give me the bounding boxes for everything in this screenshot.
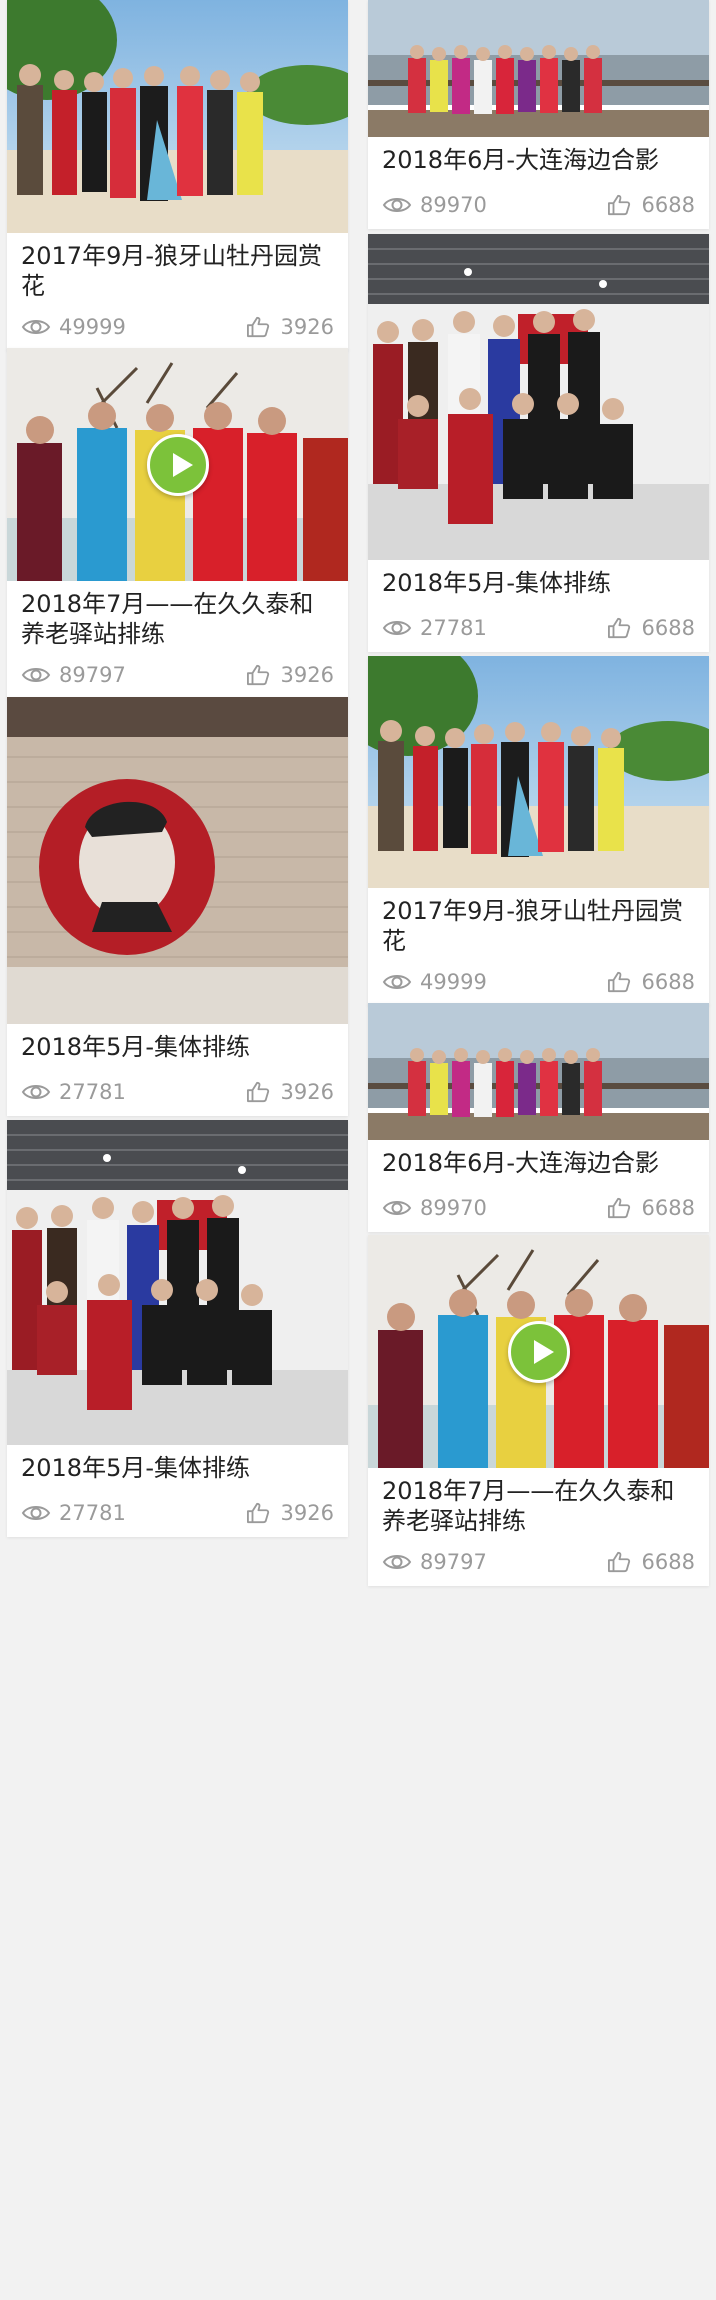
- video-card[interactable]: 2017年9月-狼牙山牡丹园赏花 49999 3926: [7, 0, 348, 351]
- video-card[interactable]: 2018年7月——在久久泰和养老驿站排练 89797 3926: [7, 348, 348, 699]
- thumbs-up-icon[interactable]: [243, 1502, 273, 1524]
- like-count-value: 3926: [280, 1501, 334, 1525]
- card-title: 2018年6月-大连海边合影: [382, 1149, 660, 1177]
- card-stats: 27781 6688: [368, 604, 709, 652]
- card-stats: 49999 6688: [368, 958, 709, 1006]
- card-title: 2017年9月-狼牙山牡丹园赏花: [382, 897, 684, 955]
- view-count-value: 89970: [420, 193, 487, 217]
- card-thumbnail-dalian-seaside-group[interactable]: [368, 1003, 709, 1140]
- like-count-value: 6688: [641, 1550, 695, 1574]
- video-card[interactable]: 2018年6月-大连海边合影 89970 6688: [368, 0, 709, 229]
- view-count-value: 27781: [420, 616, 487, 640]
- view-count: 89970: [382, 193, 487, 217]
- card-title: 2018年5月-集体排练: [382, 569, 612, 597]
- like-count-value: 3926: [280, 663, 334, 687]
- card-thumbnail-peony-garden-group[interactable]: [7, 0, 348, 233]
- view-count: 89797: [21, 663, 126, 687]
- like-count[interactable]: 3926: [243, 663, 334, 687]
- thumbs-up-icon[interactable]: [604, 617, 634, 639]
- view-count-value: 27781: [59, 1501, 126, 1525]
- eye-icon: [21, 1081, 51, 1103]
- like-count[interactable]: 3926: [243, 1080, 334, 1104]
- eye-icon: [21, 664, 51, 686]
- eye-icon: [21, 316, 51, 338]
- card-stats: 89797 6688: [368, 1538, 709, 1586]
- card-title: 2018年6月-大连海边合影: [382, 146, 660, 174]
- eye-icon: [382, 1551, 412, 1573]
- play-icon[interactable]: [146, 433, 209, 496]
- thumbs-up-icon[interactable]: [604, 194, 634, 216]
- video-card[interactable]: 2018年5月-集体排练 27781 6688: [368, 234, 709, 652]
- view-count-value: 49999: [59, 315, 126, 339]
- card-thumbnail-dalian-seaside-group[interactable]: [368, 0, 709, 137]
- view-count-value: 49999: [420, 970, 487, 994]
- thumbs-up-icon[interactable]: [243, 664, 273, 686]
- card-stats: 27781 3926: [7, 1068, 348, 1116]
- eye-icon: [21, 1502, 51, 1524]
- card-stats: 27781 3926: [7, 1489, 348, 1537]
- like-count-value: 6688: [641, 1196, 695, 1220]
- card-thumbnail-qipao-rehearsal[interactable]: [7, 348, 348, 581]
- thumbs-up-icon[interactable]: [604, 1197, 634, 1219]
- thumbs-up-icon[interactable]: [243, 316, 273, 338]
- card-thumbnail-group-rehearsal-indoor[interactable]: [368, 234, 709, 560]
- view-count: 27781: [21, 1501, 126, 1525]
- view-count-value: 89797: [420, 1550, 487, 1574]
- like-count-value: 3926: [280, 1080, 334, 1104]
- thumbs-up-icon[interactable]: [604, 1551, 634, 1573]
- view-count: 49999: [382, 970, 487, 994]
- view-count: 89797: [382, 1550, 487, 1574]
- card-stats: 89797 3926: [7, 651, 348, 699]
- eye-icon: [382, 971, 412, 993]
- card-thumbnail-peony-garden-group[interactable]: [368, 656, 709, 888]
- card-thumbnail-group-rehearsal-indoor[interactable]: [7, 1120, 348, 1445]
- like-count[interactable]: 6688: [604, 1196, 695, 1220]
- card-thumbnail-qipao-rehearsal[interactable]: [368, 1235, 709, 1468]
- view-count-value: 89797: [59, 663, 126, 687]
- like-count-value: 6688: [641, 193, 695, 217]
- like-count[interactable]: 6688: [604, 970, 695, 994]
- view-count-value: 89970: [420, 1196, 487, 1220]
- card-stats: 89970 6688: [368, 181, 709, 229]
- like-count[interactable]: 3926: [243, 315, 334, 339]
- like-count-value: 6688: [641, 616, 695, 640]
- like-count[interactable]: 6688: [604, 1550, 695, 1574]
- like-count-value: 3926: [280, 315, 334, 339]
- view-count-value: 27781: [59, 1080, 126, 1104]
- eye-icon: [382, 617, 412, 639]
- video-card[interactable]: 2018年5月-集体排练 27781 3926: [7, 1120, 348, 1537]
- card-stats: 89970 6688: [368, 1184, 709, 1232]
- view-count: 27781: [21, 1080, 126, 1104]
- card-title: 2018年5月-集体排练: [21, 1033, 251, 1061]
- video-card[interactable]: 2017年9月-狼牙山牡丹园赏花 49999 6688: [368, 656, 709, 1006]
- like-count[interactable]: 6688: [604, 193, 695, 217]
- like-count[interactable]: 3926: [243, 1501, 334, 1525]
- card-title: 2018年5月-集体排练: [21, 1454, 251, 1482]
- like-count[interactable]: 6688: [604, 616, 695, 640]
- view-count: 49999: [21, 315, 126, 339]
- thumbs-up-icon[interactable]: [243, 1081, 273, 1103]
- eye-icon: [382, 194, 412, 216]
- thumbs-up-icon[interactable]: [604, 971, 634, 993]
- eye-icon: [382, 1197, 412, 1219]
- video-card[interactable]: 2018年5月-集体排练 27781 3926: [7, 697, 348, 1116]
- video-card[interactable]: 2018年6月-大连海边合影 89970 6688: [368, 1003, 709, 1232]
- card-title: 2017年9月-狼牙山牡丹园赏花: [21, 242, 323, 300]
- video-card[interactable]: 2018年7月——在久久泰和养老驿站排练 89797 6688: [368, 1235, 709, 1586]
- card-title: 2018年7月——在久久泰和养老驿站排练: [21, 590, 314, 648]
- view-count: 89970: [382, 1196, 487, 1220]
- card-title: 2018年7月——在久久泰和养老驿站排练: [382, 1477, 675, 1535]
- like-count-value: 6688: [641, 970, 695, 994]
- card-thumbnail-brick-wall-portrait[interactable]: [7, 697, 348, 1024]
- card-stats: 49999 3926: [7, 303, 348, 351]
- view-count: 27781: [382, 616, 487, 640]
- play-icon[interactable]: [507, 1320, 570, 1383]
